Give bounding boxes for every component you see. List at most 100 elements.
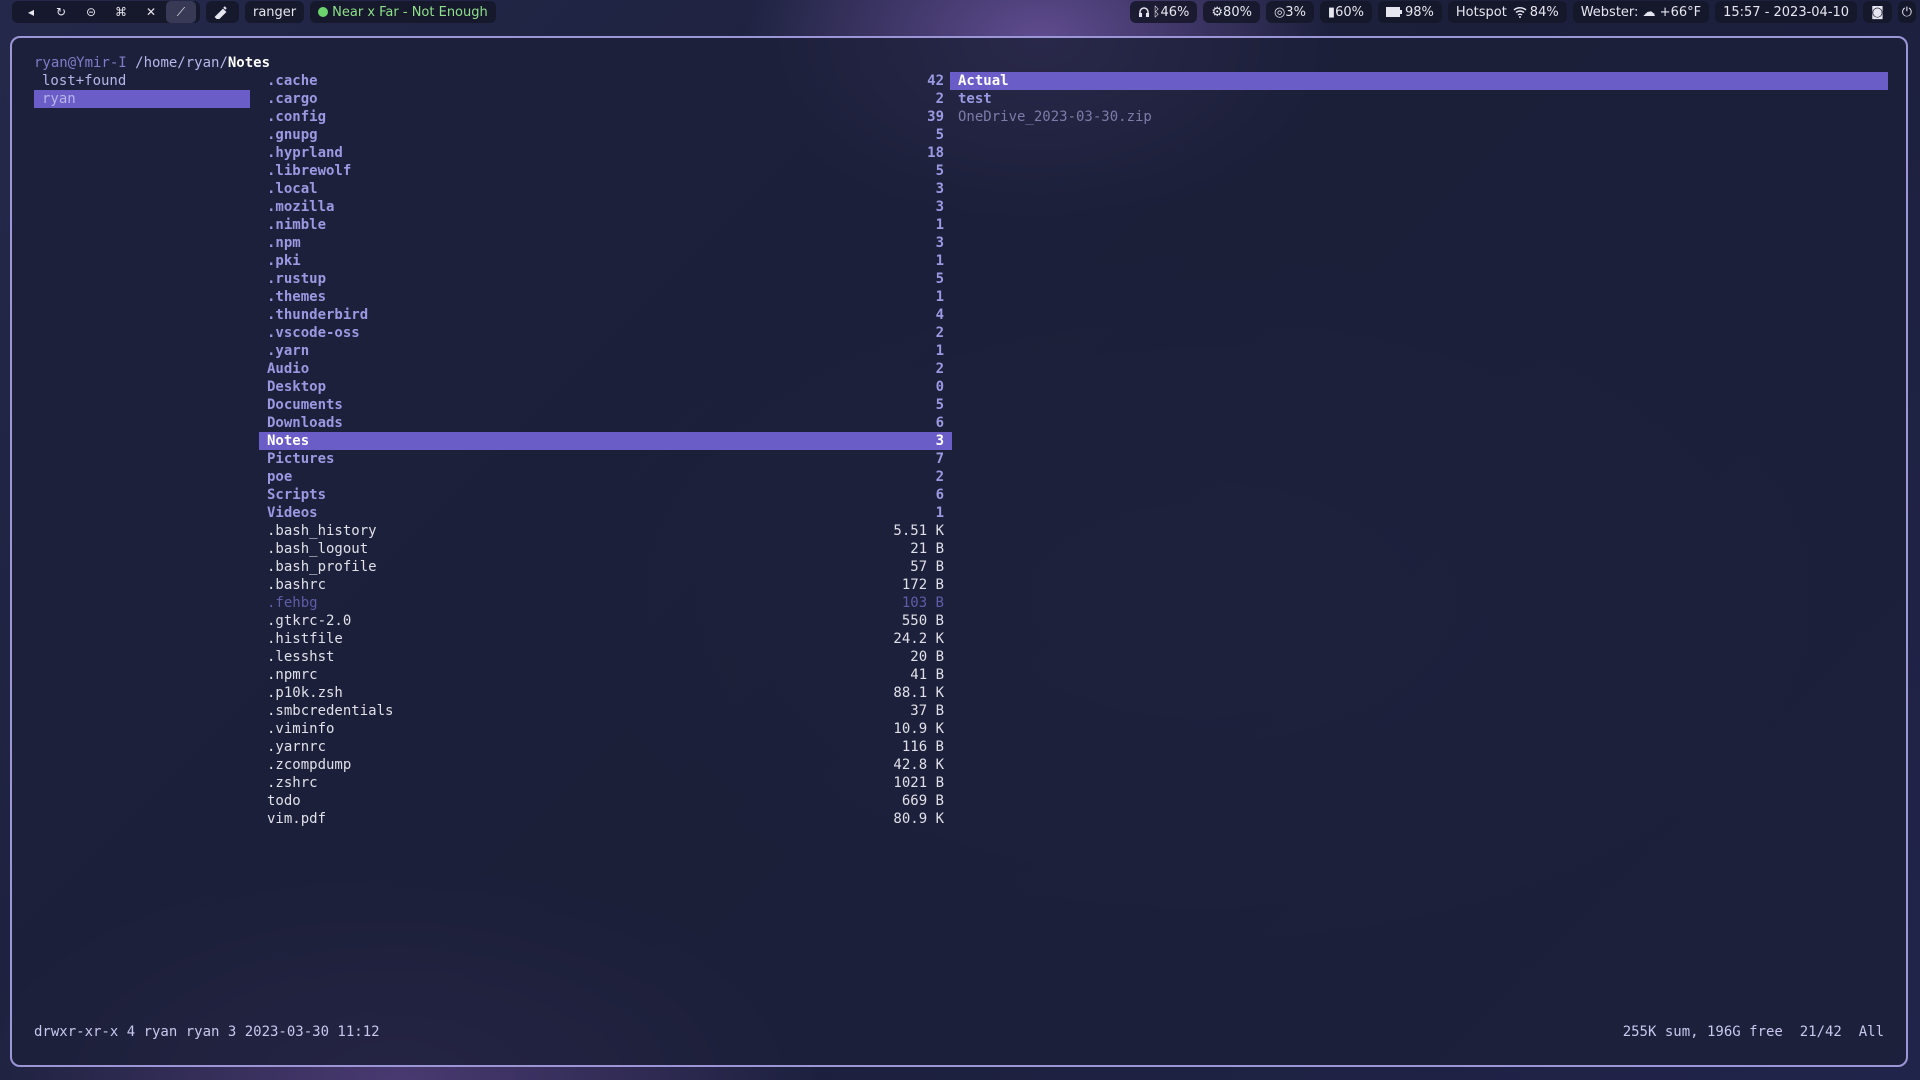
parent-entry[interactable]: lost+found (34, 72, 250, 90)
wifi-status[interactable]: Hotspot 84% (1447, 1, 1567, 23)
workspace-1[interactable]: ◂ (16, 1, 46, 23)
entry-name: .zshrc (267, 775, 318, 791)
file-list-entry[interactable]: Desktop 0 (259, 378, 952, 396)
entry-name: .cache (267, 73, 318, 89)
file-list-entry[interactable]: .bash_logout 21 B (259, 540, 952, 558)
file-list-entry[interactable]: .nimble 1 (259, 216, 952, 234)
now-playing[interactable]: Near x Far - Not Enough (310, 1, 496, 23)
battery-status[interactable]: 98% (1377, 1, 1442, 23)
active-window[interactable] (206, 1, 239, 23)
workspace-6[interactable]: ⟋ (166, 1, 196, 23)
file-list-entry[interactable]: .lesshst 20 B (259, 648, 952, 666)
file-list-entry[interactable]: .hyprland 18 (259, 144, 952, 162)
file-list-entry[interactable]: .mozilla 3 (259, 198, 952, 216)
file-list-entry[interactable]: .smbcredentials 37 B (259, 702, 952, 720)
file-list-entry[interactable]: .gtkrc-2.0 550 B (259, 612, 952, 630)
entry-name: .yarn (267, 343, 310, 359)
cpu-status[interactable]: ⚙ 80% (1203, 1, 1260, 23)
entry-size: 41 B (910, 667, 944, 683)
entry-name: .config (267, 109, 327, 125)
entry-name: .themes (267, 289, 327, 305)
memory-status[interactable]: ▮ 60% (1319, 1, 1372, 23)
file-list-entry[interactable]: .yarnrc 116 B (259, 738, 952, 756)
file-list-entry[interactable]: vim.pdf 80.9 K (259, 810, 952, 828)
file-list-entry[interactable]: .local 3 (259, 180, 952, 198)
workspace-4[interactable]: ⌘ (106, 1, 136, 23)
file-list-entry[interactable]: Videos 1 (259, 504, 952, 522)
entry-size: 21 B (910, 541, 944, 557)
terminal-window[interactable]: ryan@Ymir-I /home/ryan/Notes lost+found r… (10, 36, 1908, 1067)
entry-name: .p10k.zsh (267, 685, 343, 701)
file-list-entry[interactable]: .librewolf 5 (259, 162, 952, 180)
headphones-status[interactable]: ᛒ 46% (1129, 1, 1198, 23)
preview-entry[interactable]: Actual (950, 72, 1888, 90)
path-current: Notes (227, 55, 271, 71)
entry-size: 5 (935, 163, 944, 179)
file-list-entry[interactable]: .cargo 2 (259, 90, 952, 108)
file-list-entry[interactable]: poe 2 (259, 468, 952, 486)
file-list-entry[interactable]: .histfile 24.2 K (259, 630, 952, 648)
file-list-entry[interactable]: .pki 1 (259, 252, 952, 270)
power-button[interactable]: ⏻ (1897, 1, 1916, 23)
file-list-entry[interactable]: .bash_history 5.51 K (259, 522, 952, 540)
entry-name: .smbcredentials (267, 703, 394, 719)
entry-name: Notes (267, 433, 310, 449)
brush-icon (214, 6, 227, 19)
file-list-entry[interactable]: Downloads 6 (259, 414, 952, 432)
file-list-entry[interactable]: .bash_profile 57 B (259, 558, 952, 576)
file-list-entry[interactable]: .thunderbird 4 (259, 306, 952, 324)
file-list-entry[interactable]: .npm 3 (259, 234, 952, 252)
entry-name: .nimble (267, 217, 327, 233)
workspace-3[interactable]: ⊝ (76, 1, 106, 23)
entry-size: 42 (927, 73, 944, 89)
entry-size: 5.51 K (893, 523, 944, 539)
file-list-entry[interactable]: Audio 2 (259, 360, 952, 378)
weather-widget[interactable]: Webster: ☁ +66°F (1572, 1, 1710, 23)
entry-name: .lesshst (267, 649, 335, 665)
file-list-entry[interactable]: .cache 42 (259, 72, 952, 90)
parent-entry[interactable]: ryan (34, 90, 250, 108)
file-list-entry[interactable]: .config 39 (259, 108, 952, 126)
file-list-entry[interactable]: todo 669 B (259, 792, 952, 810)
file-list-entry[interactable]: Documents 5 (259, 396, 952, 414)
active-app-name: ranger (245, 1, 305, 23)
file-list-entry[interactable]: Notes 3 (259, 432, 952, 450)
entry-size: 2 (935, 361, 944, 377)
file-list-entry[interactable]: .viminfo 10.9 K (259, 720, 952, 738)
entry-name: .npmrc (267, 667, 318, 683)
file-list-entry[interactable]: .zshrc 1021 B (259, 774, 952, 792)
file-list-entry[interactable]: .fehbg 103 B (259, 594, 952, 612)
file-list-entry[interactable]: .npmrc 41 B (259, 666, 952, 684)
file-list-entry[interactable]: .yarn 1 (259, 342, 952, 360)
entry-name: .vscode-oss (267, 325, 360, 341)
entry-size: 2 (935, 91, 944, 107)
entry-name: .histfile (267, 631, 343, 647)
file-list-entry[interactable]: .rustup 5 (259, 270, 952, 288)
entry-size: 1 (935, 505, 944, 521)
entry-size: 0 (935, 379, 944, 395)
entry-size: 37 B (910, 703, 944, 719)
file-list-entry[interactable]: .bashrc 172 B (259, 576, 952, 594)
clock[interactable]: 15:57 - 2023-04-10 (1715, 1, 1858, 23)
preview-entry[interactable]: test (950, 90, 1888, 108)
cpu-icon: ⚙ (1211, 4, 1224, 20)
file-list-entry[interactable]: .gnupg 5 (259, 126, 952, 144)
gpu-status[interactable]: ◎ 3% (1265, 1, 1314, 23)
file-list-entry[interactable]: Scripts 6 (259, 486, 952, 504)
entry-size: 57 B (910, 559, 944, 575)
preview-entry[interactable]: OneDrive_2023-03-30.zip (950, 108, 1888, 126)
entry-name: .bashrc (267, 577, 327, 593)
entry-name: .thunderbird (267, 307, 369, 323)
workspace-2[interactable]: ↻ (46, 1, 76, 23)
workspace-5[interactable]: ✕ (136, 1, 166, 23)
file-list-entry[interactable]: .vscode-oss 2 (259, 324, 952, 342)
parent-entry-name: lost+found (42, 73, 127, 89)
discord-tray[interactable]: ◙ (1863, 1, 1892, 23)
file-list-entry[interactable]: .zcompdump 42.8 K (259, 756, 952, 774)
file-list-entry[interactable]: .themes 1 (259, 288, 952, 306)
file-list-entry[interactable]: Pictures 7 (259, 450, 952, 468)
preview-entry-name: test (958, 91, 992, 107)
file-list-entry[interactable]: .p10k.zsh 88.1 K (259, 684, 952, 702)
entry-size: 20 B (910, 649, 944, 665)
wifi-strength: 84% (1529, 4, 1559, 20)
